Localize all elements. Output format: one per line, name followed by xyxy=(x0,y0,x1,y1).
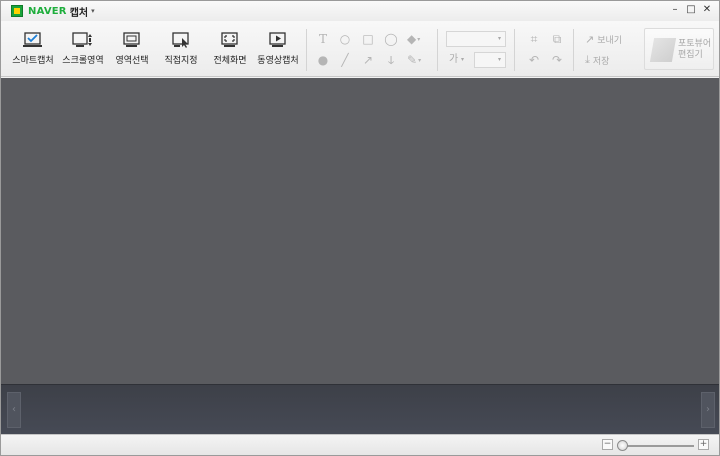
freehand-tool-icon[interactable]: ↆ xyxy=(383,52,399,68)
app-logo-icon xyxy=(11,5,23,17)
thumbnail-strip: ‹ › xyxy=(1,384,719,434)
thumbnail-next-button[interactable]: › xyxy=(701,392,715,428)
zoom-slider-track[interactable] xyxy=(618,445,694,447)
toolbar-separator xyxy=(514,29,515,71)
scroll-area-label: 스크롤영역 xyxy=(62,56,104,66)
font-size-dropdown[interactable]: ▾ xyxy=(474,52,506,68)
area-select-label: 영역선택 xyxy=(115,56,149,66)
font-style-arrow-icon[interactable]: ▾ xyxy=(461,52,464,68)
number-stamp-tool-icon[interactable]: ● xyxy=(315,52,331,68)
toolbar-separator xyxy=(573,29,574,71)
save-icon: ⤓ xyxy=(585,53,590,66)
pen-color-arrow-icon: ▾ xyxy=(418,56,422,64)
photo-editor-icon xyxy=(649,38,677,62)
pen-icon: ✎ xyxy=(407,53,418,67)
zoom-out-button[interactable]: − xyxy=(602,439,613,450)
smart-capture-label: 스마트캡처 xyxy=(12,56,54,66)
fill-color-arrow-icon: ▾ xyxy=(417,35,421,43)
toolbar-separator xyxy=(306,29,307,71)
area-select-icon xyxy=(123,32,140,47)
window-controls: – □ ✕ xyxy=(669,4,713,16)
rectangle-tool-icon[interactable]: □ xyxy=(360,31,376,47)
fill-color-icon: ◆ xyxy=(407,32,417,46)
scroll-area-button[interactable]: 스크롤영역 xyxy=(59,29,107,73)
line-tool-icon[interactable]: ╱ xyxy=(337,52,353,68)
smart-capture-button[interactable]: 스마트캡처 xyxy=(9,29,57,73)
photo-editor-label-line2: 편집기 xyxy=(678,50,703,60)
zoom-in-button[interactable]: + xyxy=(698,439,709,450)
manual-select-label: 직접지정 xyxy=(164,56,198,66)
brand-label: NAVER xyxy=(28,5,67,17)
font-size-arrow-icon: ▾ xyxy=(497,56,501,63)
send-label: 보내기 xyxy=(597,35,623,46)
undo-icon[interactable]: ↶ xyxy=(526,52,542,68)
title-menu-arrow-icon[interactable]: ▾ xyxy=(91,7,95,15)
video-capture-button[interactable]: 동영상캡처 xyxy=(254,29,302,73)
save-label: 저장 xyxy=(592,56,610,67)
font-family-arrow-icon: ▾ xyxy=(497,35,501,42)
minimize-button[interactable]: – xyxy=(669,4,681,16)
arrow-tool-icon[interactable]: ↗ xyxy=(360,52,376,68)
resize-tool-icon[interactable]: ⧉ xyxy=(549,31,565,47)
photo-editor-label: 포토뷰어 편집기 xyxy=(678,39,711,61)
thumbnail-prev-button[interactable]: ‹ xyxy=(7,392,21,428)
fullscreen-button[interactable]: 전체화면 xyxy=(206,29,254,73)
close-button[interactable]: ✕ xyxy=(701,4,713,16)
photo-viewer-editor-button[interactable]: 포토뷰어 편집기 xyxy=(644,28,714,70)
text-tool-icon[interactable]: T xyxy=(315,31,331,47)
save-button[interactable]: ⤓ 저장 xyxy=(585,52,609,68)
fill-color-combo[interactable]: ◆▾ xyxy=(407,31,429,47)
capture-window: NAVER 캡처 ▾ – □ ✕ 스마트캡처 스크롤영역 영역선택 직접지정 전… xyxy=(0,0,720,456)
send-button[interactable]: ↗ 보내기 xyxy=(585,31,622,47)
pen-color-combo[interactable]: ✎▾ xyxy=(407,52,429,68)
manual-select-button[interactable]: 직접지정 xyxy=(157,29,205,73)
send-icon: ↗ xyxy=(585,32,595,46)
redo-icon[interactable]: ↷ xyxy=(549,52,565,68)
area-select-button[interactable]: 영역선택 xyxy=(108,29,156,73)
status-bar: − + xyxy=(1,434,719,455)
smart-capture-icon xyxy=(23,32,42,47)
toolbar-separator xyxy=(437,29,438,71)
title-bar: NAVER 캡처 ▾ – □ ✕ xyxy=(1,1,719,21)
maximize-button[interactable]: □ xyxy=(685,4,697,16)
font-style-icon[interactable]: 가 xyxy=(449,52,458,68)
speech-balloon-tool-icon[interactable]: ◯ xyxy=(383,31,399,47)
video-capture-icon xyxy=(269,32,286,47)
photo-editor-label-line1: 포토뷰어 xyxy=(678,39,712,49)
capture-canvas[interactable] xyxy=(1,78,719,384)
fullscreen-icon xyxy=(221,32,238,47)
app-title[interactable]: 캡처 xyxy=(70,4,88,19)
fullscreen-label: 전체화면 xyxy=(213,56,247,66)
ellipse-tool-icon[interactable]: ○ xyxy=(337,31,353,47)
scroll-area-icon xyxy=(72,32,92,47)
manual-select-icon xyxy=(172,32,189,48)
toolbar: 스마트캡처 스크롤영역 영역선택 직접지정 전체화면 동영상캡처 T ○ □ ◯… xyxy=(1,21,719,77)
crop-tool-icon[interactable]: ⌗ xyxy=(526,31,542,47)
font-family-dropdown[interactable]: ▾ xyxy=(446,31,506,47)
video-capture-label: 동영상캡처 xyxy=(257,56,299,66)
zoom-slider-thumb[interactable] xyxy=(616,440,628,451)
